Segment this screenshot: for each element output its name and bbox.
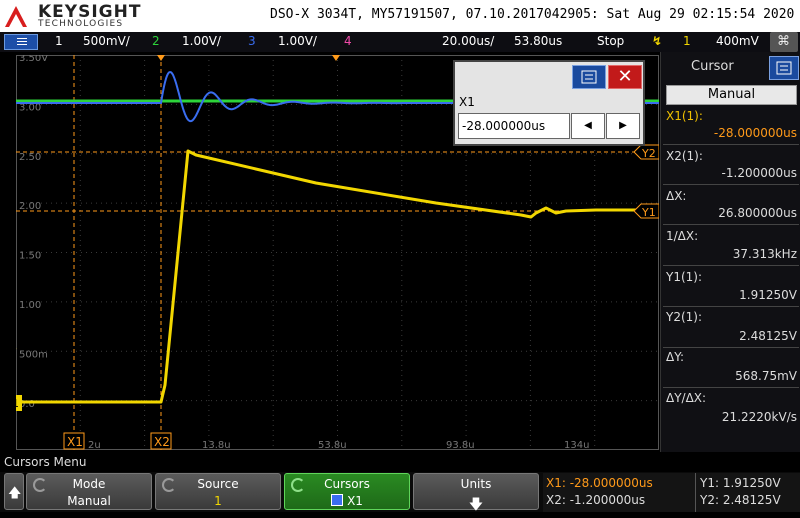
ch2-number[interactable]: 2: [152, 34, 160, 48]
cursors-softkey-label: Cursors: [324, 477, 370, 491]
readout-y2: Y2: 2.48125V: [700, 493, 781, 507]
readout-x2: X2: -1.200000us: [546, 493, 646, 507]
x1-value: -28.000000us: [713, 126, 797, 140]
delta-y-over-delta-x-label: ΔY/ΔX:: [666, 391, 707, 405]
svg-text:X1: X1: [67, 435, 83, 449]
arrow-left-icon[interactable]: ◀: [571, 113, 605, 139]
svg-text:Y2: Y2: [641, 147, 656, 160]
cursor-side-panel: Cursor Manual X1(1): -28.000000us X2(1):…: [660, 52, 800, 452]
y2-value: 2.48125V: [739, 329, 797, 343]
status-bar: 1 500mV/ 2 1.00V/ 3 1.00V/ 4 20.00us/ 53…: [0, 32, 800, 52]
run-state[interactable]: Stop: [597, 34, 624, 48]
ch4-number[interactable]: 4: [344, 34, 352, 48]
trigger-edge-icon: ↯: [652, 34, 663, 48]
svg-text:X2: X2: [154, 435, 170, 449]
menu-icon[interactable]: [572, 65, 606, 89]
x1-label: X1(1):: [666, 109, 703, 123]
x2-label: X2(1):: [666, 149, 703, 163]
y-axis-label: 500m: [19, 349, 48, 360]
inv-delta-x-value: 37.313kHz: [732, 247, 797, 261]
delay[interactable]: 53.80us: [514, 34, 562, 48]
x-axis-label: 2u: [88, 440, 101, 450]
mode-softkey-label: Mode: [72, 477, 106, 491]
x-axis-label: 93.8u: [446, 440, 475, 450]
cursor-popup: ✕ X1 -28.000000us ◀ ▶: [453, 60, 645, 146]
up-arrow-icon: 🡅: [8, 486, 22, 501]
delta-y-over-delta-x-value: 21.2220kV/s: [721, 410, 797, 424]
ch1-scale[interactable]: 500mV/: [83, 34, 130, 48]
ch2-scale[interactable]: 1.00V/: [182, 34, 221, 48]
readout-y1: Y1: 1.91250V: [700, 476, 781, 490]
instrument-title: DSO-X 3034T, MY57191507, 07.10.201704290…: [270, 7, 795, 22]
readout-x1: X1: -28.000000us: [546, 476, 653, 490]
ch3-number[interactable]: 3: [248, 34, 256, 48]
popup-label: X1: [459, 95, 475, 109]
y-axis-label: 2.50: [19, 152, 41, 163]
cursor-readout: X1: -28.000000us X2: -1.200000us Y1: 1.9…: [543, 473, 800, 512]
source-softkey-label: Source: [197, 477, 239, 491]
inv-delta-x-label: 1/ΔX:: [666, 229, 699, 243]
keysight-logo-icon: [5, 6, 27, 27]
y-axis-label: 3.00: [19, 102, 41, 113]
timebase[interactable]: 20.00us/: [442, 34, 494, 48]
delta-x-value: 26.800000us: [718, 206, 797, 220]
mode-softkey[interactable]: Mode Manual: [26, 473, 152, 510]
ch3-scale[interactable]: 1.00V/: [278, 34, 317, 48]
y-axis-label: 3.50V: [19, 55, 48, 64]
mode-manual-button[interactable]: Manual: [666, 85, 797, 105]
title-bar: KEYSIGHT TECHNOLOGIES DSO-X 3034T, MY571…: [0, 0, 800, 32]
x2-marker[interactable]: X2: [150, 432, 172, 450]
x-axis-label: 134u: [564, 440, 589, 450]
trigger-source[interactable]: 1: [683, 34, 691, 48]
y2-label: Y2(1):: [666, 310, 703, 324]
source-softkey[interactable]: Source 1: [155, 473, 281, 510]
cursors-softkey-value: X1: [347, 494, 363, 508]
delta-y-label: ΔY:: [666, 350, 684, 364]
ch1-number[interactable]: 1: [55, 34, 63, 48]
y1-value: 1.91250V: [739, 288, 797, 302]
x-axis-label: 53.8u: [318, 440, 347, 450]
main-menu-button[interactable]: [4, 34, 38, 50]
help-icon[interactable]: ⌘: [777, 34, 790, 49]
side-menu-icon[interactable]: [769, 56, 799, 80]
x1-value-field[interactable]: -28.000000us: [458, 113, 570, 139]
svg-text:Y1: Y1: [641, 206, 656, 219]
y-axis-label: 1.00: [19, 300, 41, 311]
x-axis-label: 13.8u: [202, 440, 231, 450]
x1-marker[interactable]: X1: [63, 432, 85, 450]
cursors-softkey[interactable]: Cursors X1: [284, 473, 410, 510]
back-button[interactable]: 🡅: [4, 473, 24, 510]
down-arrow-icon: 🡇: [468, 497, 484, 513]
arrow-right-icon[interactable]: ▶: [606, 113, 640, 139]
y-axis-label: 1.50: [19, 251, 41, 262]
trigger-level[interactable]: 400mV: [716, 34, 759, 48]
side-panel-title: Cursor: [691, 59, 734, 74]
delta-y-value: 568.75mV: [735, 369, 797, 383]
softkey-menu-title: Cursors Menu: [4, 455, 87, 469]
x2-value: -1.200000us: [721, 166, 797, 180]
brand-subtitle: TECHNOLOGIES: [38, 19, 124, 29]
y1-label: Y1(1):: [666, 270, 703, 284]
close-icon[interactable]: ✕: [608, 65, 642, 89]
source-softkey-value: 1: [214, 494, 222, 508]
cursors-softkey-value-wrap: X1: [285, 494, 409, 508]
delta-x-label: ΔX:: [666, 189, 687, 203]
ch1-ground-marker[interactable]: 1: [16, 395, 22, 411]
units-softkey-label: Units: [460, 477, 492, 491]
svg-text:1: 1: [16, 397, 19, 410]
units-softkey[interactable]: Units 🡇: [413, 473, 539, 513]
mode-softkey-value: Manual: [67, 494, 111, 508]
